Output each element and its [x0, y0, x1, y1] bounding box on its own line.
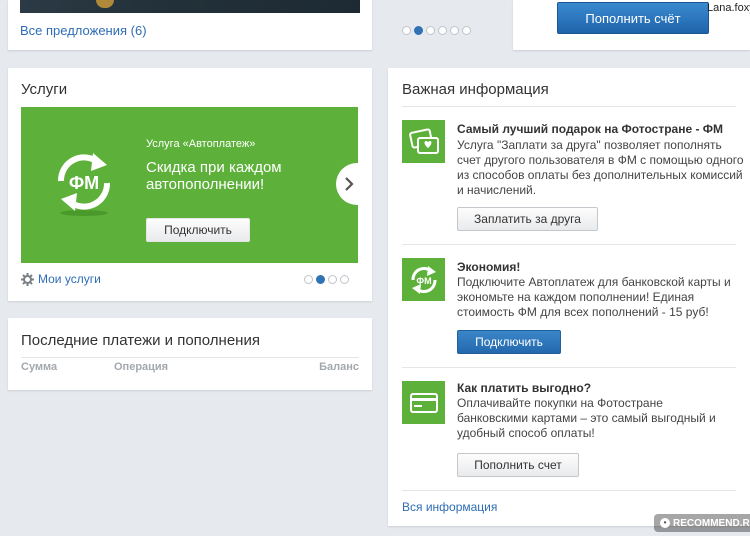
all-offers-link[interactable]: Все предложения (6): [20, 23, 147, 38]
topup-button-label: Пополнить счёт: [585, 10, 681, 26]
info-divider-3: [402, 490, 736, 491]
topup-button[interactable]: Пополнить счёт: [557, 2, 709, 34]
offers-pagination-dot[interactable]: [402, 26, 411, 35]
info-item-2-text: Подключите Автоплатеж для банковской кар…: [457, 275, 731, 319]
column-amount: Сумма: [21, 361, 58, 373]
services-pagination-dot[interactable]: [328, 275, 337, 284]
watermark: • RECOMMEND.RU: [654, 514, 750, 532]
offers-dots: [402, 26, 471, 35]
info-divider-1: [402, 244, 736, 245]
info-item-2-title: Экономия!: [457, 260, 521, 274]
offers-pagination-dot[interactable]: [438, 26, 447, 35]
autopay-banner[interactable]: ФМ Услуга «Автоплатеж» Скидка при каждом…: [21, 107, 358, 263]
info-card: Важная информация Самый лучший подарок н…: [388, 68, 750, 526]
offers-pagination-dot[interactable]: [450, 26, 459, 35]
topup-account-label: Пополнить счет: [474, 458, 562, 472]
info-divider-top: [402, 106, 736, 107]
connect-autopay-button[interactable]: Подключить: [457, 330, 561, 354]
services-pagination-dot[interactable]: [316, 275, 325, 284]
services-pagination-dot[interactable]: [340, 275, 349, 284]
offers-pagination-dot[interactable]: [462, 26, 471, 35]
svg-text:ФМ: ФМ: [416, 276, 431, 286]
pay-for-friend-button[interactable]: Заплатить за друга: [457, 207, 598, 231]
autopay-headline: Скидка при каждом автопополнении!: [146, 159, 282, 193]
pay-for-friend-label: Заплатить за друга: [474, 212, 581, 226]
gift-card-icon: [402, 120, 445, 163]
chevron-right-icon: [345, 177, 354, 191]
services-dots: [304, 275, 349, 284]
watermark-text: RECOMMEND.RU: [673, 517, 750, 529]
autopay-subtitle: Услуга «Автоплатеж»: [146, 138, 256, 150]
username[interactable]: Lana.foxy: [707, 2, 750, 14]
my-services-link[interactable]: Мои услуги: [21, 272, 101, 286]
services-card: Услуги ФМ Услуга «Автоплатеж» Скидка при…: [8, 68, 372, 301]
info-item-1-title: Самый лучший подарок на Фотостране - ФМ: [457, 122, 724, 136]
banner-next-arrow[interactable]: [336, 163, 358, 205]
my-services-label: Мои услуги: [38, 272, 101, 286]
payments-card: Последние платежи и пополнения Сумма Опе…: [8, 318, 372, 390]
credit-card-icon: [402, 381, 445, 424]
info-item-1-text: Услуга "Заплати за друга" позволяет попо…: [457, 138, 744, 197]
offers-pagination-dot[interactable]: [414, 26, 423, 35]
services-pagination-dot[interactable]: [304, 275, 313, 284]
info-item-3-title: Как платить выгодно?: [457, 381, 592, 395]
column-operation: Операция: [114, 361, 169, 373]
all-info-link[interactable]: Вся информация: [402, 500, 497, 514]
payments-divider: [21, 357, 359, 358]
topup-account-button[interactable]: Пополнить счет: [457, 453, 579, 477]
svg-text:ФМ: ФМ: [69, 173, 99, 193]
offers-pagination-dot[interactable]: [426, 26, 435, 35]
info-item-3-text: Оплачивайте покупки на Фотостране банков…: [457, 396, 716, 440]
autopay-connect-button[interactable]: Подключить: [146, 218, 250, 242]
topup-card: Пополнить счёт Lana.foxy: [513, 0, 750, 50]
recommend-logo-icon: •: [660, 518, 670, 528]
connect-autopay-label: Подключить: [475, 335, 543, 349]
autopay-connect-label: Подключить: [164, 223, 232, 237]
column-balance: Баланс: [319, 361, 359, 373]
payments-title: Последние платежи и пополнения: [21, 332, 260, 349]
info-title: Важная информация: [402, 81, 549, 98]
offers-banner-strip[interactable]: [20, 0, 360, 13]
info-divider-2: [402, 367, 736, 368]
fm-logo-icon: ФМ: [49, 147, 119, 217]
services-title: Услуги: [21, 81, 68, 98]
offers-card: Все предложения (6): [8, 0, 372, 50]
gear-icon: [21, 272, 34, 286]
fm-refresh-icon: ФМ: [402, 258, 445, 301]
